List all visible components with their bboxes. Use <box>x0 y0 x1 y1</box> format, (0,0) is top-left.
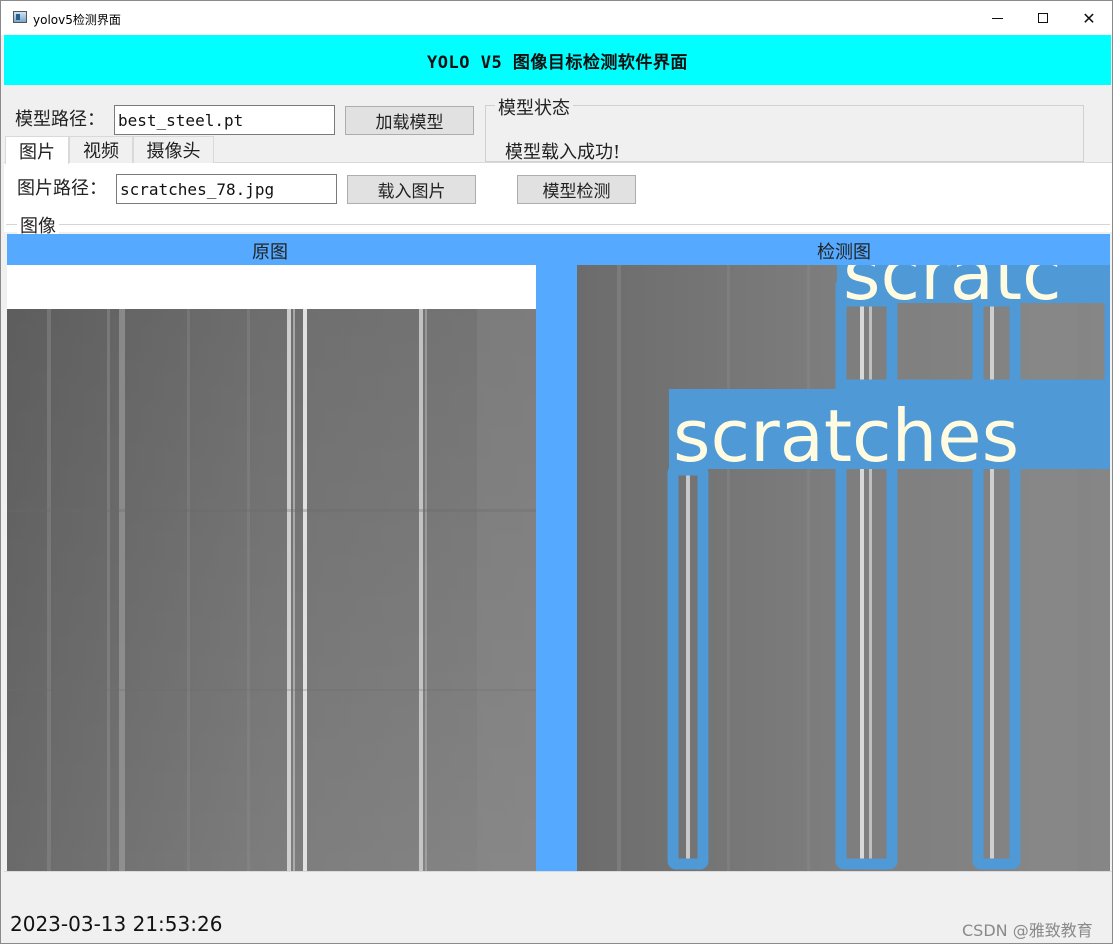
datetime-display: 2023-03-13 21:53:26 <box>10 912 223 936</box>
image-header-band <box>7 234 1110 265</box>
original-image-label: 原图 <box>252 242 288 263</box>
minimize-button[interactable] <box>974 1 1020 35</box>
app-icon <box>13 11 27 23</box>
model-path-input[interactable]: best_steel.pt <box>114 105 335 135</box>
image-path-label: 图片路径： <box>17 178 107 199</box>
maximize-icon <box>1038 13 1048 23</box>
tab-camera[interactable]: 摄像头 <box>133 136 214 163</box>
model-status-title: 模型状态 <box>495 94 573 120</box>
detected-image-label: 检测图 <box>817 242 871 263</box>
original-image <box>7 309 536 871</box>
detection-label-scratc: scratc <box>843 265 1062 316</box>
watermark: CSDN @雅致教育 <box>962 921 1093 940</box>
app-banner: YOLO V5 图像目标检测软件界面 <box>4 35 1111 85</box>
banner-title: YOLO V5 图像目标检测软件界面 <box>427 52 688 73</box>
detect-button[interactable]: 模型检测 <box>517 175 636 204</box>
model-status-text: 模型载入成功! <box>505 142 621 163</box>
minimize-icon <box>991 17 1003 19</box>
maximize-button[interactable] <box>1020 1 1066 35</box>
load-image-button[interactable]: 载入图片 <box>347 175 476 204</box>
close-button[interactable]: ✕ <box>1066 1 1112 35</box>
load-model-button[interactable]: 加载模型 <box>345 106 474 135</box>
window-title: yolov5检测界面 <box>33 13 121 27</box>
close-icon: ✕ <box>1082 8 1096 28</box>
image-separator <box>536 265 577 871</box>
steel-surface-original <box>7 309 536 871</box>
detected-image: scratches scratc <box>577 265 1110 871</box>
image-path-input[interactable]: scratches_78.jpg <box>116 174 337 204</box>
image-group-border <box>6 224 1110 225</box>
tab-video[interactable]: 视频 <box>69 136 133 163</box>
app-window: yolov5检测界面 ✕ YOLO V5 图像目标检测软件界面 模型路径： be… <box>0 0 1113 944</box>
model-path-label: 模型路径： <box>15 109 105 130</box>
detection-label-scratches: scratches <box>673 394 1019 478</box>
original-image-padding <box>7 265 536 309</box>
tab-image[interactable]: 图片 <box>5 136 69 164</box>
title-bar[interactable]: yolov5检测界面 ✕ <box>1 1 1112 35</box>
steel-surface-detected: scratches scratc <box>577 265 1110 871</box>
